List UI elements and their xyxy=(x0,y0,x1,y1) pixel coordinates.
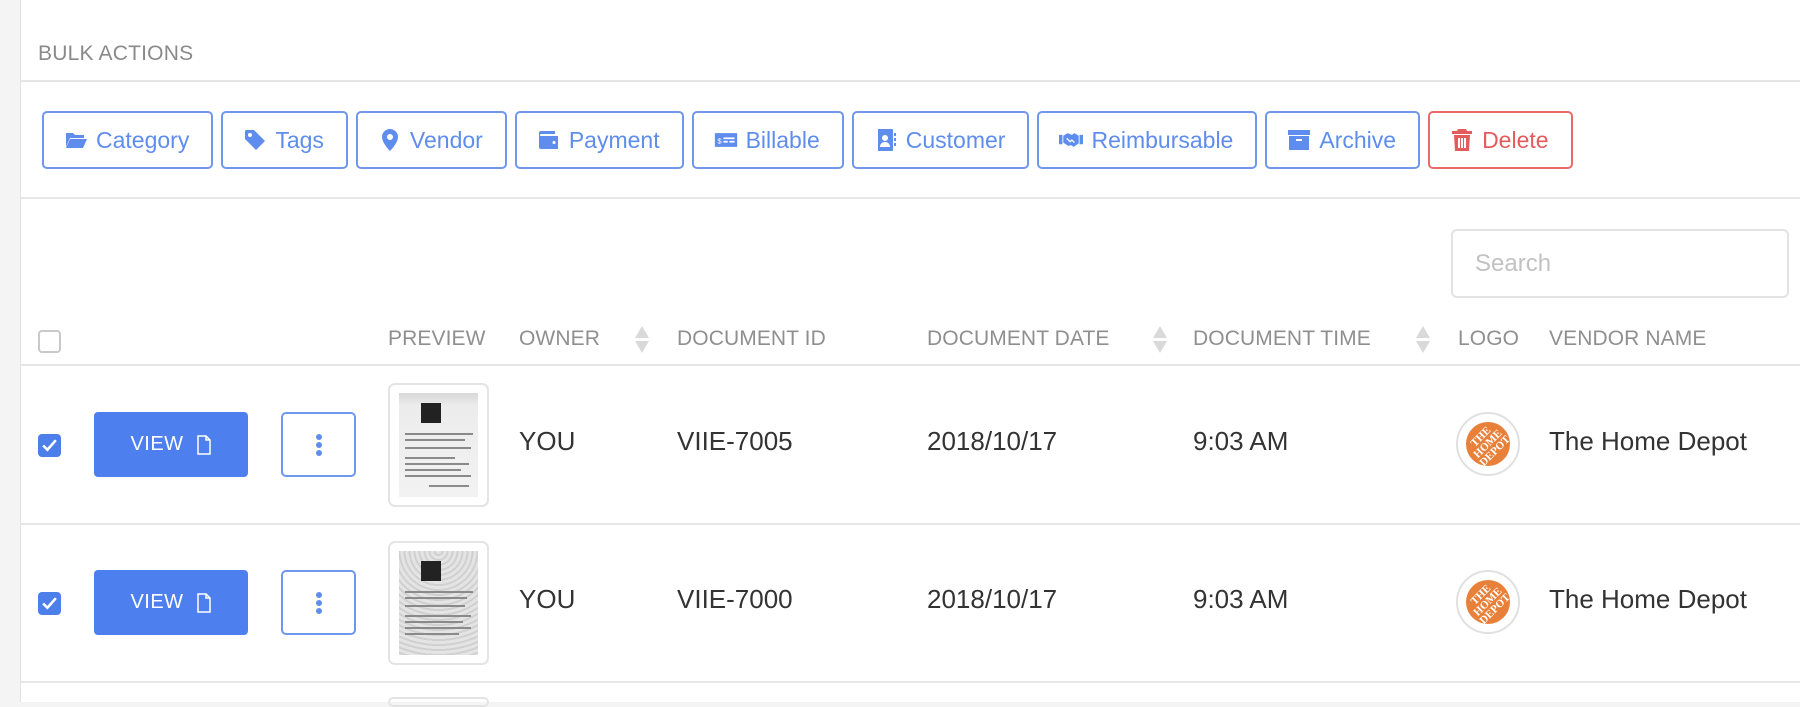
sort-icon[interactable] xyxy=(1416,326,1430,354)
owner-cell: YOU xyxy=(519,426,576,456)
archive-label: Archive xyxy=(1319,126,1397,153)
column-header-logo: LOGO xyxy=(1458,327,1520,350)
more-options-button[interactable] xyxy=(281,412,356,477)
vendor-name-cell: The Home Depot xyxy=(1549,426,1747,456)
document-time-cell: 9:03 AM xyxy=(1193,584,1289,614)
receipt-preview-thumbnail[interactable] xyxy=(388,697,489,707)
divider xyxy=(21,80,1800,82)
table-row: VIEW YOU VIIE-7000 2018/10/17 9:03 AM TH… xyxy=(21,524,1800,682)
category-button[interactable]: Category xyxy=(42,111,214,169)
bulk-actions-title: BULK ACTIONS xyxy=(38,42,194,65)
divider xyxy=(21,681,1800,683)
document-id-cell: VIIE-7005 xyxy=(677,426,793,456)
receipt-image xyxy=(399,393,478,497)
document-date-cell: 2018/10/17 xyxy=(927,584,1058,614)
check-icon xyxy=(42,597,57,610)
document-id-cell: VIIE-7000 xyxy=(677,584,793,614)
owner-cell: YOU xyxy=(519,584,576,614)
customer-button[interactable]: Customer xyxy=(851,111,1030,169)
document-date-cell: 2018/10/17 xyxy=(927,426,1058,456)
check-icon xyxy=(42,439,57,452)
home-depot-logo-icon: THE HOME DEPOT xyxy=(1456,570,1520,634)
customer-label: Customer xyxy=(905,126,1006,153)
ellipsis-vertical-icon xyxy=(315,591,322,614)
map-marker-icon xyxy=(381,129,398,151)
search-input[interactable] xyxy=(1451,229,1789,298)
trash-icon xyxy=(1452,129,1473,151)
handshake-icon xyxy=(1059,133,1084,147)
file-icon xyxy=(196,592,211,613)
receipt-preview-thumbnail[interactable] xyxy=(388,541,489,665)
billable-label: Billable xyxy=(745,126,820,153)
home-depot-logo-icon: THE HOME DEPOT xyxy=(1456,412,1520,476)
sort-icon[interactable] xyxy=(1153,326,1167,354)
divider xyxy=(21,197,1800,199)
vendor-button[interactable]: Vendor xyxy=(355,111,507,169)
money-check-icon: $ xyxy=(714,133,737,147)
column-header-document-id: DOCUMENT ID xyxy=(677,327,826,350)
select-all-checkbox[interactable] xyxy=(38,330,61,353)
svg-text:$: $ xyxy=(717,136,722,145)
view-button[interactable]: VIEW xyxy=(94,412,248,477)
column-header-vendor-name: VENDOR NAME xyxy=(1549,327,1707,350)
tags-button[interactable]: Tags xyxy=(221,111,348,169)
tag-icon xyxy=(245,130,266,150)
ellipsis-vertical-icon xyxy=(315,433,322,456)
payment-button[interactable]: Payment xyxy=(514,111,684,169)
column-header-owner[interactable]: OWNER xyxy=(519,327,600,351)
view-button[interactable]: VIEW xyxy=(94,570,248,635)
file-icon xyxy=(196,434,211,455)
archive-icon xyxy=(1288,130,1311,150)
category-label: Category xyxy=(96,126,190,153)
delete-button[interactable]: Delete xyxy=(1428,111,1573,169)
reimbursable-button[interactable]: Reimbursable xyxy=(1037,111,1258,169)
receipt-image xyxy=(399,551,478,655)
column-header-document-time[interactable]: DOCUMENT TIME xyxy=(1193,327,1371,351)
vendor-name-cell: The Home Depot xyxy=(1549,584,1747,614)
sort-icon[interactable] xyxy=(635,326,649,354)
column-header-document-date[interactable]: DOCUMENT DATE xyxy=(927,327,1110,351)
payment-label: Payment xyxy=(568,126,660,153)
vendor-logo: THE HOME DEPOT xyxy=(1456,570,1520,634)
column-header-preview: PREVIEW xyxy=(388,327,486,350)
row-checkbox[interactable] xyxy=(38,434,61,457)
reimbursable-label: Reimbursable xyxy=(1091,126,1234,153)
tags-label: Tags xyxy=(275,126,324,153)
vendor-label: Vendor xyxy=(409,126,483,153)
vendor-logo: THE HOME DEPOT xyxy=(1456,412,1520,476)
row-checkbox[interactable] xyxy=(38,592,61,615)
bulk-actions-toolbar: Category Tags Vendor Payment $ Billable … xyxy=(42,111,1573,169)
more-options-button[interactable] xyxy=(281,570,356,635)
archive-button[interactable]: Archive xyxy=(1265,111,1421,169)
billable-button[interactable]: $ Billable xyxy=(691,111,844,169)
table-row: VIEW YOU VIIE-7005 2018/10/17 9:03 AM TH… xyxy=(21,366,1800,524)
view-label: VIEW xyxy=(130,591,184,613)
document-time-cell: 9:03 AM xyxy=(1193,426,1289,456)
view-label: VIEW xyxy=(130,433,184,455)
address-book-icon xyxy=(877,129,896,151)
main-panel: BULK ACTIONS Category Tags Vendor Paymen… xyxy=(20,0,1800,707)
folder-open-icon xyxy=(66,133,87,148)
receipt-preview-thumbnail[interactable] xyxy=(388,383,489,507)
wallet-icon xyxy=(538,131,558,149)
delete-label: Delete xyxy=(1482,126,1549,153)
